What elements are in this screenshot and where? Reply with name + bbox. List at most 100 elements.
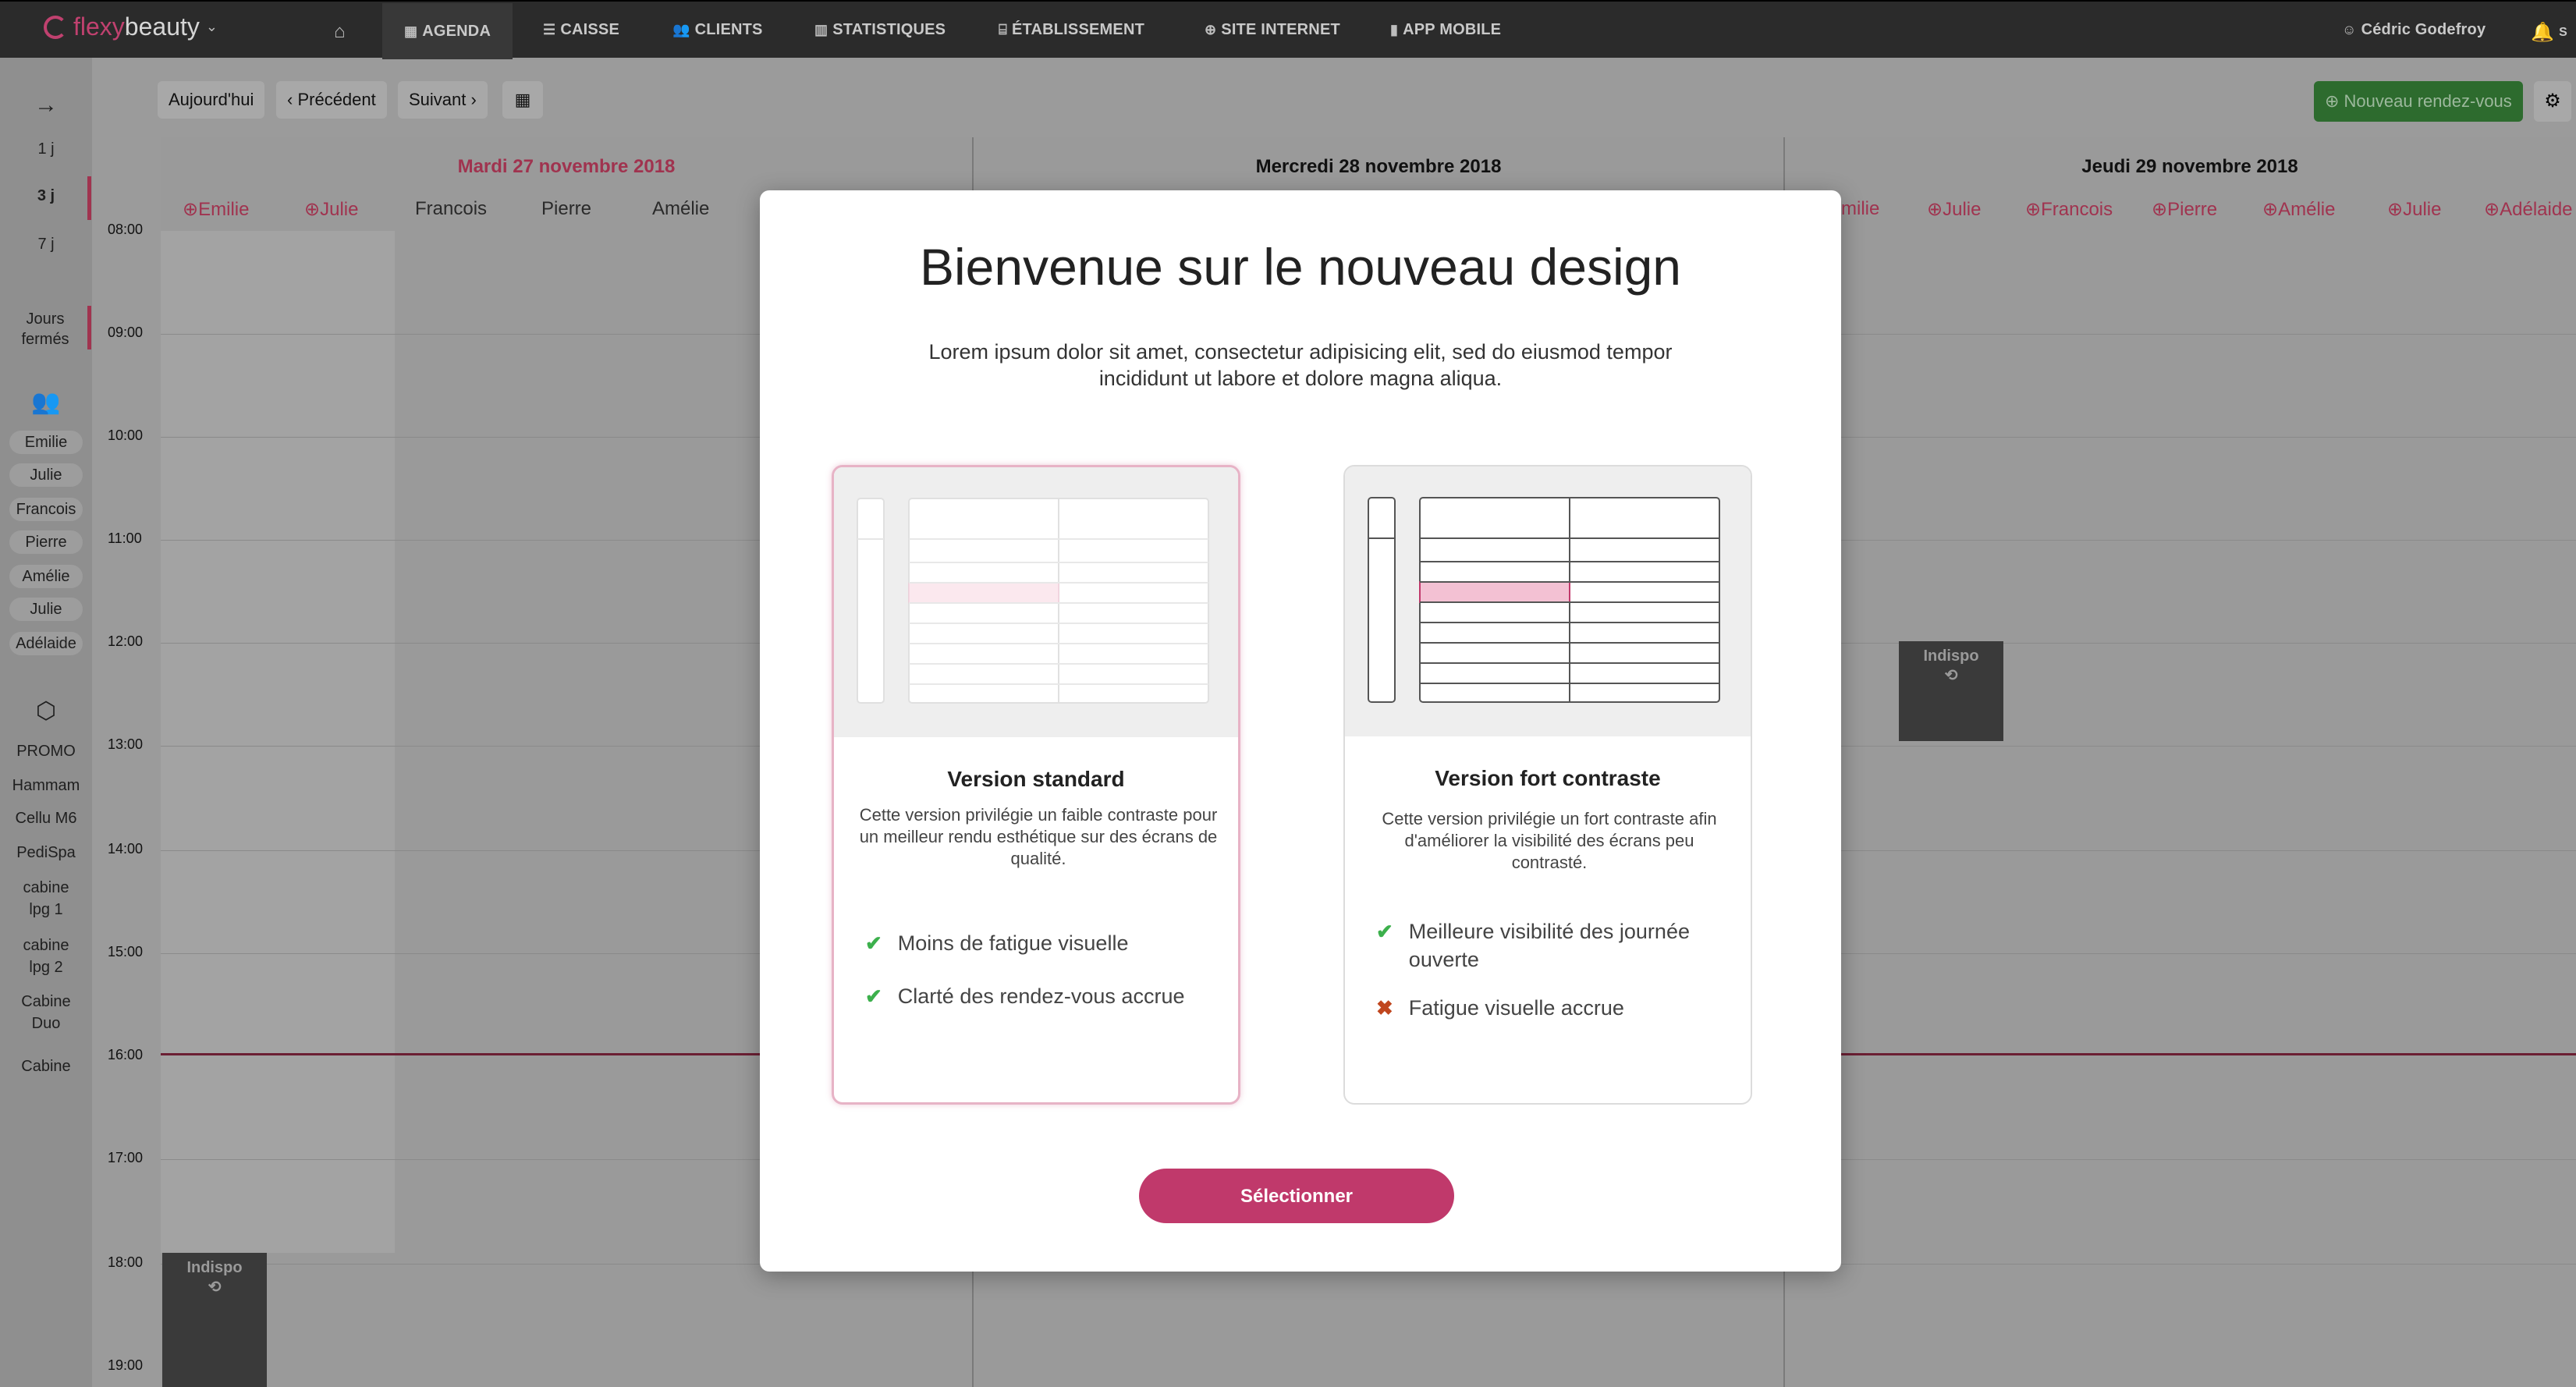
unavailable-block[interactable]: Indispo ⟲: [1899, 641, 2003, 741]
check-icon: ✔: [865, 984, 882, 1008]
hour-label: 15:00: [108, 944, 144, 960]
brand-part1: flexy: [73, 12, 125, 41]
feature-text: Meilleure visibilité des journée ouverte: [1408, 920, 1690, 971]
staff-col-d3-julie-2[interactable]: ⊕Julie: [2387, 198, 2441, 221]
settings-button[interactable]: ⚙: [2534, 81, 2571, 122]
nav-etablissement-label: ÉTABLISSEMENT: [1012, 21, 1145, 38]
nav-clients[interactable]: 👥 CLIENTS: [672, 21, 763, 39]
card-description: Cette version privilégie un faible contr…: [859, 805, 1218, 868]
staff-pill-amelie[interactable]: Amélie: [9, 565, 83, 588]
feature-text: Moins de fatigue visuelle: [897, 931, 1129, 955]
room-cabine-lpg-2[interactable]: cabine lpg 2: [19, 935, 73, 978]
unavailable-block[interactable]: Indispo ⟲: [162, 1253, 267, 1387]
calendar-small-icon: ▦: [514, 90, 531, 109]
new-appointment-label: Nouveau rendez-vous: [2344, 91, 2512, 111]
nav-clients-label: CLIENTS: [694, 21, 763, 38]
date-picker-button[interactable]: ▦: [502, 81, 543, 119]
staff-col-julie[interactable]: ⊕Julie: [304, 198, 358, 221]
staff-col-d3-adelaide[interactable]: ⊕Adélaide: [2484, 198, 2573, 221]
user-extra: S: [2559, 25, 2567, 39]
repeat-icon: ⟲: [1944, 667, 1958, 684]
indispo-label: Indispo: [186, 1259, 243, 1276]
repeat-icon: ⟲: [208, 1279, 222, 1296]
room-promo[interactable]: PROMO: [0, 743, 92, 761]
welcome-modal: Bienvenue sur le nouveau design Lorem ip…: [760, 190, 1841, 1272]
staff-col-d3-pierre[interactable]: ⊕Pierre: [2152, 198, 2217, 221]
staff-col-julie-label: Julie: [320, 199, 359, 220]
room-cabine-lpg-1[interactable]: cabine lpg 1: [19, 877, 73, 921]
select-button[interactable]: Sélectionner: [1139, 1169, 1454, 1223]
staff-col-d3-amelie[interactable]: ⊕Amélie: [2262, 198, 2335, 221]
notifications-button[interactable]: 🔔 S: [2531, 21, 2567, 44]
home-button[interactable]: ⌂: [334, 21, 346, 43]
globe-icon: ⊕: [1205, 22, 1217, 37]
home-icon: ⌂: [334, 21, 346, 42]
today-button[interactable]: Aujourd'hui: [158, 81, 265, 119]
chart-icon: ▥: [814, 22, 829, 37]
staff-pill-pierre[interactable]: Pierre: [9, 530, 83, 554]
staff-col-d3-emilie[interactable]: milie: [1841, 198, 1879, 220]
room-hammam[interactable]: Hammam: [0, 777, 92, 795]
design-card-high-contrast[interactable]: Version fort contraste Cette version pri…: [1343, 465, 1752, 1105]
view-1j[interactable]: 1 j: [0, 140, 92, 158]
staff-col-d3-francois[interactable]: ⊕Francois: [2025, 198, 2113, 221]
top-navbar: flexy beauty ⌄ ⌂ ▦ AGENDA ☰ CAISSE 👥 CLIENTS…: [0, 0, 2576, 59]
day-header-3[interactable]: Jeudi 29 novembre 2018: [1785, 147, 2576, 187]
staff-col-d3-francois-label: Francois: [2041, 199, 2113, 220]
hour-label: 11:00: [108, 530, 142, 546]
nav-app-mobile[interactable]: ▮ APP MOBILE: [1390, 21, 1501, 39]
logo-icon: [44, 15, 67, 39]
hour-label: 16:00: [108, 1047, 144, 1062]
card-title: Version standard: [947, 767, 1125, 791]
hour-label: 13:00: [108, 736, 144, 752]
new-appointment-button[interactable]: ⊕ Nouveau rendez-vous: [2314, 81, 2523, 122]
chevron-down-icon: ⌄: [205, 19, 218, 34]
staff-col-emilie[interactable]: ⊕Emilie: [183, 198, 249, 221]
staff-col-francois[interactable]: Francois: [415, 198, 487, 220]
nav-caisse[interactable]: ☰ CAISSE: [543, 21, 619, 39]
user-menu[interactable]: ☺ Cédric Godefroy: [2342, 21, 2486, 39]
room-pedispa[interactable]: PediSpa: [0, 844, 92, 862]
brand-logo[interactable]: flexy beauty ⌄: [44, 12, 218, 41]
view-7j[interactable]: 7 j: [0, 236, 92, 254]
previous-button[interactable]: ‹ Précédent: [276, 81, 387, 119]
staff-pill-francois[interactable]: Francois: [9, 498, 83, 521]
previous-label: Précédent: [297, 90, 376, 109]
room-cabine[interactable]: Cabine: [0, 1058, 92, 1076]
staff-col-d3-julie-label: Julie: [1943, 199, 1982, 220]
staff-col-pierre[interactable]: Pierre: [541, 198, 591, 220]
view-3j[interactable]: 3 j: [0, 187, 92, 205]
hour-label: 08:00: [108, 222, 144, 237]
check-icon: ✔: [1376, 920, 1393, 943]
staff-pill-julie[interactable]: Julie: [9, 463, 83, 487]
room-cellu-m6[interactable]: Cellu M6: [0, 810, 92, 828]
card-preview: [1345, 466, 1751, 736]
closed-days-toggle[interactable]: Jours fermés: [3, 309, 87, 349]
nav-agenda[interactable]: ▦ AGENDA: [382, 3, 513, 59]
indispo-label: Indispo: [1923, 647, 1979, 665]
nav-site-internet[interactable]: ⊕ SITE INTERNET: [1205, 21, 1340, 39]
staff-col-d3-julie[interactable]: ⊕Julie: [1927, 198, 1981, 221]
feature-text: Fatigue visuelle accrue: [1408, 996, 1624, 1020]
nav-etablissement[interactable]: ⌸ ÉTABLISSEMENT: [999, 21, 1144, 39]
staff-pill-julie-2[interactable]: Julie: [9, 598, 83, 621]
nav-site-internet-label: SITE INTERNET: [1221, 21, 1340, 38]
design-card-standard[interactable]: Version standard Cette version privilégi…: [832, 465, 1240, 1105]
nav-statistiques[interactable]: ▥ STATISTIQUES: [814, 21, 946, 39]
day-header-2[interactable]: Mercredi 28 novembre 2018: [974, 147, 1783, 187]
staff-col-amelie[interactable]: Amélie: [652, 198, 709, 220]
staff-pill-adelaide[interactable]: Adélaide: [9, 632, 83, 655]
nav-agenda-label: AGENDA: [422, 22, 491, 40]
room-cabine-duo[interactable]: Cabine Duo: [19, 991, 73, 1034]
modal-subtitle: Lorem ipsum dolor sit amet, consectetur …: [928, 340, 1673, 390]
globe-icon: ⊕: [2152, 199, 2168, 220]
user-name: Cédric Godefroy: [2361, 21, 2486, 38]
hour-label: 12:00: [108, 633, 144, 649]
day-header-1[interactable]: Mardi 27 novembre 2018: [161, 147, 972, 187]
hour-label: 18:00: [108, 1254, 144, 1270]
staff-pill-emilie[interactable]: Emilie: [9, 431, 83, 454]
arrow-right-icon[interactable]: →: [0, 92, 92, 119]
calendar-icon: ▦: [404, 23, 418, 39]
next-button[interactable]: Suivant ›: [398, 81, 488, 119]
view-active-indicator: [87, 176, 91, 220]
